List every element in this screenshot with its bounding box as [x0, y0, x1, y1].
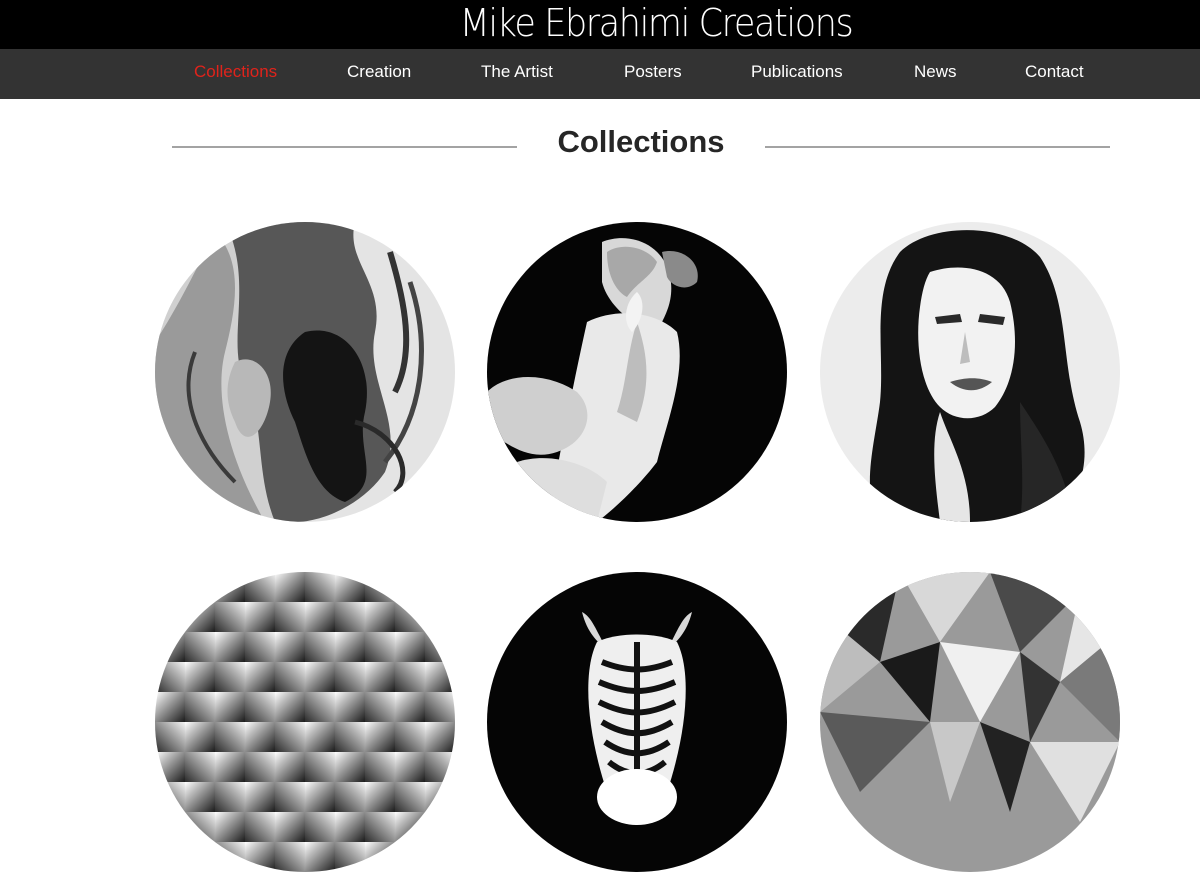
collection-thumbnail-portrait-woman[interactable]: [820, 222, 1120, 522]
collection-thumbnail-abstract-face[interactable]: [155, 222, 455, 522]
zebra-artwork: [487, 572, 787, 872]
collection-thumbnail-zebra[interactable]: [487, 572, 787, 872]
collection-thumbnail-seated-woman[interactable]: [487, 222, 787, 522]
heading-rule-left: [172, 146, 517, 148]
nav-item-news[interactable]: News: [914, 49, 957, 99]
site-title[interactable]: Mike Ebrahimi Creations: [448, 0, 864, 49]
portrait-woman-artwork: [820, 222, 1120, 522]
nav-item-creation[interactable]: Creation: [347, 49, 411, 99]
page-title: Collections: [557, 124, 725, 159]
nav-item-the-artist[interactable]: The Artist: [481, 49, 553, 99]
heading-rule-right: [765, 146, 1110, 148]
nav-item-contact[interactable]: Contact: [1025, 49, 1084, 99]
abstract-face-artwork: [155, 222, 455, 522]
collection-thumbnail-geometric-squares[interactable]: [155, 572, 455, 872]
nav-item-collections[interactable]: Collections: [194, 49, 277, 99]
geometric-squares-artwork: [155, 572, 455, 872]
nav-item-posters[interactable]: Posters: [624, 49, 682, 99]
collection-thumbnail-geometric-shards[interactable]: [820, 572, 1120, 872]
collections-heading-block: Collections: [0, 120, 1200, 170]
nav-item-publications[interactable]: Publications: [751, 49, 843, 99]
site-header: Mike Ebrahimi Creations: [0, 0, 1200, 49]
seated-woman-artwork: [487, 222, 787, 522]
main-nav: Collections Creation The Artist Posters …: [0, 49, 1200, 99]
geometric-shards-artwork: [820, 572, 1120, 872]
